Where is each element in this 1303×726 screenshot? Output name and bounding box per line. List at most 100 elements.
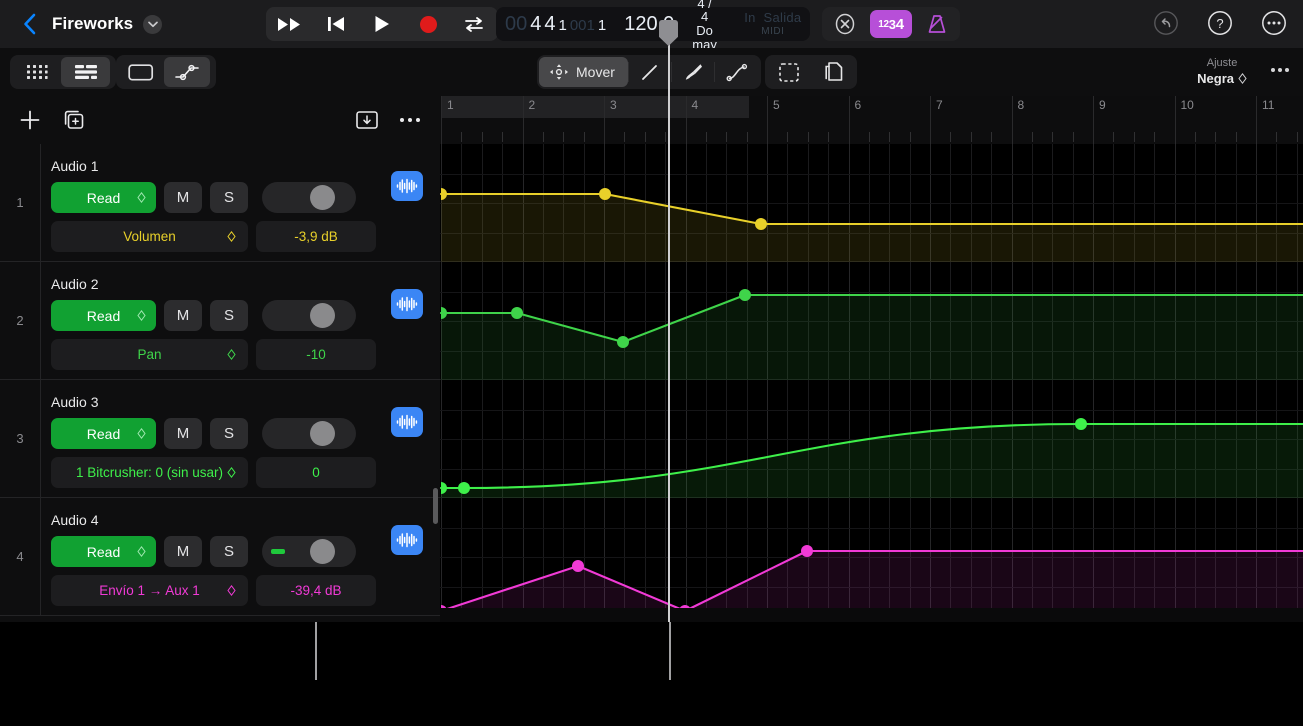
automation-node[interactable] bbox=[617, 336, 629, 348]
solo-button[interactable]: S bbox=[210, 536, 248, 567]
automation-mode-button[interactable] bbox=[164, 57, 210, 87]
play-button[interactable] bbox=[370, 13, 394, 35]
automation-parameter-button[interactable]: Volumen bbox=[51, 221, 248, 252]
view-tracks-button[interactable] bbox=[61, 57, 110, 87]
parameter-stepper[interactable] bbox=[227, 348, 236, 361]
automation-node[interactable] bbox=[599, 188, 611, 200]
track-row[interactable]: 1 Audio 1 Read M S Volumen -3,9 dB bbox=[0, 144, 440, 262]
automation-node[interactable] bbox=[739, 289, 751, 301]
count-in-button[interactable]: 12 3 4 bbox=[870, 10, 912, 38]
automation-curve[interactable] bbox=[440, 262, 1303, 380]
automation-mode-button[interactable]: Read bbox=[51, 418, 156, 449]
volume-slider[interactable] bbox=[262, 182, 356, 213]
duplicate-track-button[interactable] bbox=[58, 104, 90, 136]
add-track-button[interactable] bbox=[14, 104, 46, 136]
automation-mode-button[interactable]: Read bbox=[51, 536, 156, 567]
slider-thumb[interactable] bbox=[310, 539, 335, 564]
automation-node[interactable] bbox=[801, 545, 813, 557]
mute-button[interactable]: M bbox=[164, 536, 202, 567]
mute-button[interactable]: M bbox=[164, 418, 202, 449]
tool-line[interactable] bbox=[629, 57, 671, 87]
duplicate-button[interactable] bbox=[811, 57, 855, 87]
automation-mode-stepper[interactable] bbox=[137, 545, 146, 558]
automation-lane[interactable] bbox=[440, 380, 1303, 498]
track-panel-scrollbar[interactable] bbox=[433, 488, 438, 524]
slider-thumb[interactable] bbox=[310, 303, 335, 328]
solo-button[interactable]: S bbox=[210, 300, 248, 331]
automation-lane[interactable] bbox=[440, 498, 1303, 617]
automation-node[interactable] bbox=[755, 218, 767, 230]
automation-parameter-button[interactable]: Envío 1 → Aux 1 bbox=[51, 575, 248, 606]
ruler[interactable]: 1234567891011121314 bbox=[440, 96, 1303, 144]
automation-value[interactable]: -10 bbox=[256, 339, 376, 370]
automation-parameter-button[interactable]: 1 Bitcrusher: 0 (sin usar) bbox=[51, 457, 248, 488]
arrange-area[interactable]: 1234567891011121314 bbox=[440, 96, 1303, 622]
track-row[interactable]: 4 Audio 4 Read M S Envío 1 → Aux 1 -39,4 dB bbox=[0, 498, 440, 616]
automation-mode-stepper[interactable] bbox=[137, 309, 146, 322]
cycle-region[interactable] bbox=[441, 96, 750, 118]
waveform-view-button[interactable] bbox=[391, 171, 423, 201]
volume-slider[interactable] bbox=[262, 418, 356, 449]
automation-mode-button[interactable]: Read bbox=[51, 300, 156, 331]
tool-move[interactable]: Mover bbox=[539, 57, 628, 87]
automation-lane[interactable] bbox=[440, 144, 1303, 262]
automation-parameter-button[interactable]: Pan bbox=[51, 339, 248, 370]
track-row[interactable]: 3 Audio 3 Read M S 1 Bitcrusher: 0 (sin usar)… bbox=[0, 380, 440, 498]
track-row[interactable]: 2 Audio 2 Read M S Pan -10 bbox=[0, 262, 440, 380]
view-grid-button[interactable] bbox=[12, 57, 61, 87]
automation-curve[interactable] bbox=[440, 144, 1303, 262]
back-button[interactable] bbox=[18, 13, 40, 35]
region-mode-button[interactable] bbox=[118, 57, 164, 87]
marquee-button[interactable] bbox=[767, 57, 811, 87]
automation-node[interactable] bbox=[511, 307, 523, 319]
slider-thumb[interactable] bbox=[310, 185, 335, 210]
parameter-stepper[interactable] bbox=[227, 230, 236, 243]
fast-forward-button[interactable] bbox=[278, 13, 302, 35]
solo-button[interactable]: S bbox=[210, 182, 248, 213]
volume-slider[interactable] bbox=[262, 300, 356, 331]
record-button[interactable] bbox=[416, 13, 440, 35]
parameter-stepper[interactable] bbox=[227, 584, 236, 597]
automation-value[interactable]: -39,4 dB bbox=[256, 575, 376, 606]
top-more-button[interactable] bbox=[1261, 10, 1287, 36]
automation-lanes[interactable] bbox=[440, 144, 1303, 622]
tool-curve[interactable] bbox=[715, 57, 759, 87]
snap-control[interactable]: Ajuste Negra bbox=[1197, 57, 1247, 86]
toolbar-more-button[interactable] bbox=[1271, 68, 1289, 72]
mute-button[interactable]: M bbox=[164, 300, 202, 331]
playhead[interactable] bbox=[668, 20, 670, 622]
track-panel-more-button[interactable] bbox=[394, 104, 426, 136]
signature-key-display[interactable]: 4 / 4 Do may bbox=[692, 0, 717, 51]
automation-node[interactable] bbox=[572, 560, 584, 572]
playhead-position-display[interactable]: 00 4 4 1 001 1 bbox=[496, 13, 606, 36]
automation-node[interactable] bbox=[458, 482, 470, 494]
automation-curve[interactable] bbox=[440, 498, 1303, 617]
slider-thumb[interactable] bbox=[310, 421, 335, 446]
metronome-off-button[interactable] bbox=[828, 10, 862, 38]
volume-slider[interactable] bbox=[262, 536, 356, 567]
metronome-button[interactable] bbox=[920, 10, 954, 38]
mute-button[interactable]: M bbox=[164, 182, 202, 213]
project-menu-button[interactable] bbox=[143, 14, 163, 34]
parameter-stepper[interactable] bbox=[227, 466, 236, 479]
tool-brush[interactable] bbox=[672, 57, 714, 87]
solo-button[interactable]: S bbox=[210, 418, 248, 449]
collapse-tracks-button[interactable] bbox=[351, 104, 383, 136]
waveform-view-button[interactable] bbox=[391, 525, 423, 555]
lcd-display[interactable]: 00 4 4 1 001 1 120,0 4 / 4 Do may In Sal… bbox=[496, 0, 880, 51]
automation-lane[interactable] bbox=[440, 262, 1303, 380]
automation-curve[interactable] bbox=[440, 380, 1303, 498]
automation-node[interactable] bbox=[1075, 418, 1087, 430]
undo-button[interactable] bbox=[1153, 10, 1179, 36]
automation-mode-stepper[interactable] bbox=[137, 191, 146, 204]
track-list[interactable]: 1 Audio 1 Read M S Volumen -3,9 dB 2 Audio 2 Read… bbox=[0, 144, 440, 622]
automation-mode-stepper[interactable] bbox=[137, 427, 146, 440]
help-button[interactable]: ? bbox=[1207, 10, 1233, 36]
go-to-start-button[interactable] bbox=[324, 13, 348, 35]
automation-value[interactable]: 0 bbox=[256, 457, 376, 488]
automation-value[interactable]: -3,9 dB bbox=[256, 221, 376, 252]
waveform-view-button[interactable] bbox=[391, 289, 423, 319]
cycle-button[interactable] bbox=[462, 13, 486, 35]
waveform-view-button[interactable] bbox=[391, 407, 423, 437]
automation-mode-button[interactable]: Read bbox=[51, 182, 156, 213]
